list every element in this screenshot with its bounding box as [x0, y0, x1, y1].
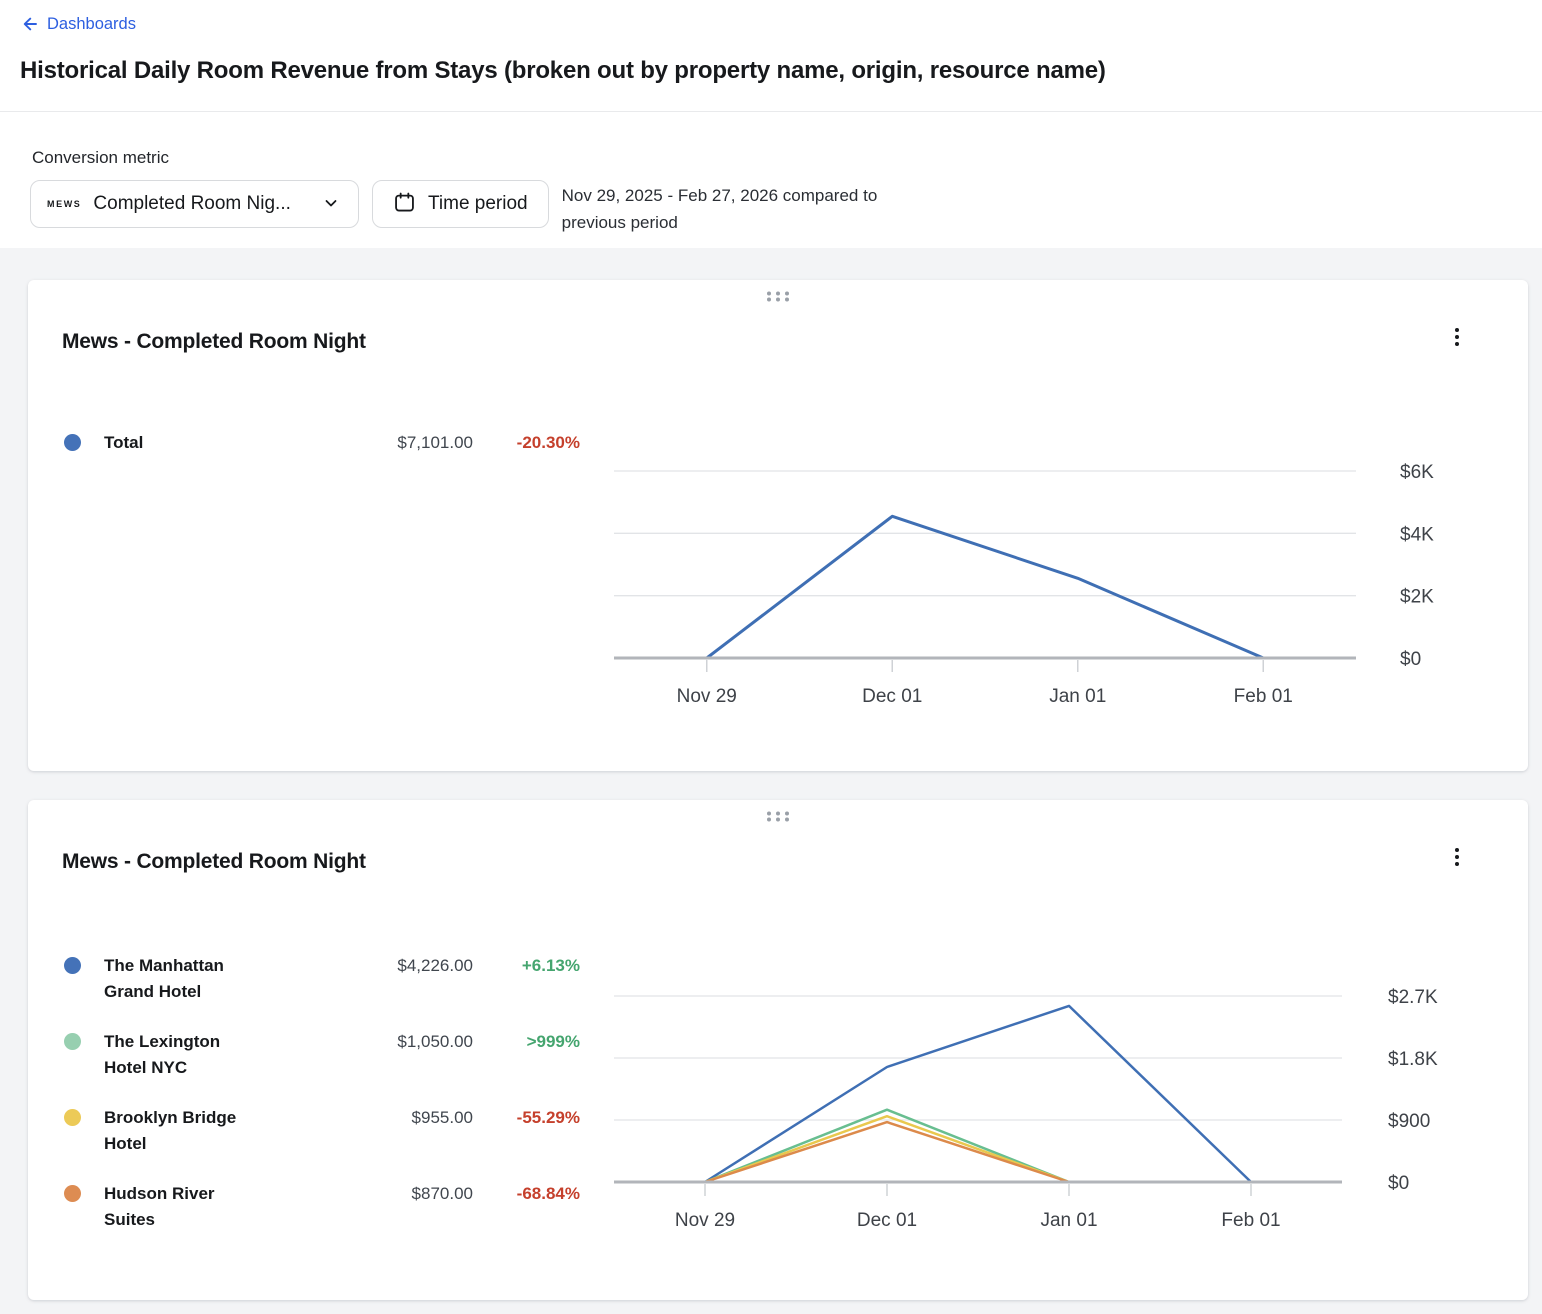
y-tick-label: $0 — [1400, 649, 1421, 670]
series-value: $4,226.00 — [304, 953, 473, 979]
y-tick-label: $2.7K — [1388, 987, 1438, 1008]
y-tick-label: $900 — [1388, 1111, 1430, 1132]
legend-item[interactable]: Hudson RiverSuites $870.00 -68.84% — [28, 1181, 588, 1233]
back-link-label: Dashboards — [47, 15, 136, 34]
x-tick-label: Nov 29 — [677, 686, 737, 707]
widget-menu-button[interactable] — [1444, 842, 1470, 872]
series-line[interactable] — [707, 516, 1264, 658]
series-label: Total — [104, 430, 304, 456]
series-color-dot — [64, 434, 81, 451]
series-label: The LexingtonHotel NYC — [104, 1029, 304, 1081]
y-tick-label: $4K — [1400, 524, 1434, 545]
legend-item[interactable]: The ManhattanGrand Hotel $4,226.00 +6.13… — [28, 953, 588, 1005]
arrow-left-icon — [20, 14, 40, 34]
y-tick-label: $6K — [1400, 462, 1434, 483]
calendar-icon — [393, 191, 416, 217]
conversion-metric-value: Completed Room Nig... — [93, 193, 320, 215]
series-color-dot — [64, 1109, 81, 1126]
series-color-dot — [64, 957, 81, 974]
widget-menu-button[interactable] — [1444, 322, 1470, 352]
x-tick-label: Dec 01 — [857, 1210, 917, 1231]
conversion-metric-dropdown[interactable]: MEWS Completed Room Nig... — [30, 180, 359, 228]
topbar: Dashboards Historical Daily Room Revenue… — [0, 0, 1542, 85]
dashboard-canvas: Mews - Completed Room Night Total $7,101… — [0, 248, 1542, 1314]
drag-handle-icon[interactable] — [763, 808, 793, 830]
series-change-badge: -20.30% — [473, 430, 580, 456]
series-label: Brooklyn BridgeHotel — [104, 1105, 304, 1157]
legend-item[interactable]: Total $7,101.00 -20.30% — [28, 430, 588, 456]
time-period-button[interactable]: Time period — [372, 180, 549, 228]
widget-title: Mews - Completed Room Night — [62, 330, 366, 354]
y-tick-label: $2K — [1400, 587, 1434, 608]
drag-handle-icon[interactable] — [763, 288, 793, 310]
revenue-line-chart-by-property: Nov 29 Dec 01 Jan 01 Feb 01 $2.7K $1.8K $900 $0 — [614, 960, 1454, 1260]
date-range-summary: Nov 29, 2025 - Feb 27, 2026 compared to … — [562, 180, 878, 236]
page: Dashboards Historical Daily Room Revenue… — [0, 0, 1542, 1314]
chart-legend: Total $7,101.00 -20.30% — [28, 430, 588, 480]
x-tick-label: Feb 01 — [1234, 686, 1293, 707]
mews-logo: MEWS — [47, 199, 81, 209]
chart-legend: The ManhattanGrand Hotel $4,226.00 +6.13… — [28, 953, 588, 1257]
time-period-label: Time period — [428, 193, 528, 215]
series-value: $7,101.00 — [304, 430, 473, 456]
date-range-line2: previous period — [562, 209, 878, 236]
chevron-down-icon — [320, 192, 342, 217]
controls-section: Conversion metric MEWS Completed Room Ni… — [0, 112, 1542, 246]
series-change-badge: -68.84% — [473, 1181, 580, 1207]
series-value: $1,050.00 — [304, 1029, 473, 1055]
widget-revenue-by-property: Mews - Completed Room Night The Manhatta… — [28, 800, 1528, 1300]
series-value: $955.00 — [304, 1105, 473, 1131]
series-label: The ManhattanGrand Hotel — [104, 953, 304, 1005]
series-label: Hudson RiverSuites — [104, 1181, 304, 1233]
widget-title: Mews - Completed Room Night — [62, 850, 366, 874]
y-tick-label: $0 — [1388, 1173, 1409, 1194]
x-tick-label: Jan 01 — [1040, 1210, 1097, 1231]
x-tick-label: Nov 29 — [675, 1210, 735, 1231]
x-tick-label: Jan 01 — [1049, 686, 1106, 707]
date-range-line1: Nov 29, 2025 - Feb 27, 2026 compared to — [562, 182, 878, 209]
y-tick-label: $1.8K — [1388, 1049, 1438, 1070]
conversion-metric-label: Conversion metric — [30, 148, 1522, 168]
series-change-badge: >999% — [473, 1029, 580, 1055]
widget-total-revenue: Mews - Completed Room Night Total $7,101… — [28, 280, 1528, 771]
series-change-badge: -55.29% — [473, 1105, 580, 1131]
page-title: Historical Daily Room Revenue from Stays… — [20, 57, 1522, 85]
x-tick-label: Feb 01 — [1221, 1210, 1280, 1231]
x-tick-label: Dec 01 — [862, 686, 922, 707]
series-value: $870.00 — [304, 1181, 473, 1207]
back-to-dashboards-link[interactable]: Dashboards — [20, 14, 136, 34]
legend-item[interactable]: The LexingtonHotel NYC $1,050.00 >999% — [28, 1029, 588, 1081]
series-change-badge: +6.13% — [473, 953, 580, 979]
revenue-line-chart-total: Nov 29 Dec 01 Jan 01 Feb 01 $6K $4K $2K $0 — [614, 440, 1454, 740]
series-color-dot — [64, 1185, 81, 1202]
legend-item[interactable]: Brooklyn BridgeHotel $955.00 -55.29% — [28, 1105, 588, 1157]
series-color-dot — [64, 1033, 81, 1050]
